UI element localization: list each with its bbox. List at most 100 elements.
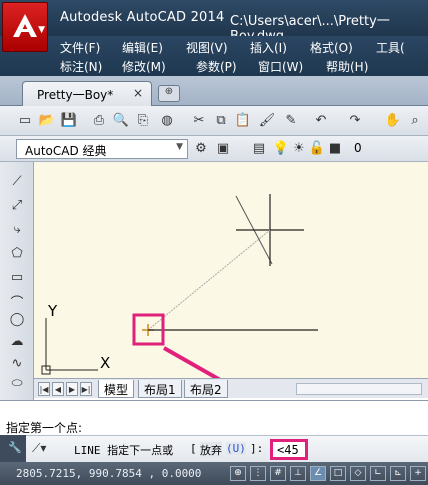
menu-insert[interactable]: 插入(I) bbox=[250, 39, 287, 56]
zoom-icon[interactable]: ⌕ bbox=[406, 112, 424, 130]
cut-icon[interactable]: ✂ bbox=[190, 112, 208, 130]
polar-tracking-icon[interactable]: ∠ bbox=[310, 466, 326, 481]
menu-format[interactable]: 格式(O) bbox=[310, 39, 353, 56]
match-properties-icon[interactable]: 🖌 bbox=[258, 112, 276, 130]
arc-icon[interactable]: ⌒ bbox=[8, 292, 26, 311]
rectangle-icon[interactable]: ▭ bbox=[8, 270, 26, 288]
spline-icon[interactable]: ∿ bbox=[8, 356, 26, 374]
canvas-drawing bbox=[41, 194, 318, 378]
menu-file[interactable]: 文件(F) bbox=[60, 39, 100, 56]
print-preview-icon[interactable]: 🔍 bbox=[112, 112, 130, 130]
title-bar: ▼ Autodesk AutoCAD 2014 C:\Users\acer\..… bbox=[0, 0, 428, 52]
open-folder-icon[interactable]: 📂 bbox=[38, 112, 56, 130]
menu-edit[interactable]: 编辑(E) bbox=[122, 39, 163, 56]
print-icon[interactable]: ⎙ bbox=[90, 112, 108, 130]
document-tab-bar: Pretty一Boy* × ⊕ bbox=[0, 76, 428, 106]
3d-dwf-icon[interactable]: ◍ bbox=[158, 112, 176, 130]
application-menu-button[interactable]: ▼ bbox=[2, 2, 48, 52]
grid-display-icon[interactable]: # bbox=[270, 466, 286, 481]
lock-icon[interactable]: 🔓 bbox=[308, 140, 326, 158]
polyline-icon[interactable]: ⤷ bbox=[8, 222, 26, 240]
tab-model[interactable]: 模型 bbox=[98, 380, 135, 398]
workspace-dropdown[interactable]: AutoCAD 经典 ▼ bbox=[16, 139, 188, 159]
menu-help[interactable]: 帮助(H) bbox=[326, 58, 368, 75]
menu-view[interactable]: 视图(V) bbox=[186, 39, 228, 56]
workspace-value: AutoCAD 经典 bbox=[25, 144, 107, 158]
revision-cloud-icon[interactable]: ☁ bbox=[8, 334, 26, 352]
infer-constraints-icon[interactable]: ⊕ bbox=[230, 466, 246, 481]
document-tab[interactable]: Pretty一Boy* × bbox=[22, 81, 152, 106]
command-side-panel: 🔧 bbox=[0, 435, 26, 463]
object-snap-icon[interactable]: □ bbox=[330, 466, 346, 481]
line-icon[interactable]: ⟋ bbox=[8, 174, 26, 192]
document-tab-label: Pretty一Boy* bbox=[37, 88, 114, 102]
ucs-toggle-icon[interactable]: ⊾ bbox=[390, 466, 406, 481]
menu-window[interactable]: 窗口(W) bbox=[258, 58, 303, 75]
command-prompt: LINE 指定下一点或 bbox=[74, 444, 174, 457]
option-open-bracket: [ bbox=[190, 442, 197, 455]
sun-icon[interactable]: ☀ bbox=[290, 140, 308, 158]
ucs-x-label: X bbox=[100, 354, 111, 372]
3d-osnap-icon[interactable]: ◇ bbox=[350, 466, 366, 481]
coordinate-readout: 2805.7215, 990.7854 , 0.0000 bbox=[16, 467, 202, 480]
status-bar: 2805.7215, 990.7854 , 0.0000 ⊕ ⋮ # ⊥ ∠ □… bbox=[0, 462, 428, 485]
new-tab-button[interactable]: ⊕ bbox=[158, 85, 180, 102]
tab-layout1[interactable]: 布局1 bbox=[138, 380, 182, 398]
copy-icon[interactable]: ⧉ bbox=[212, 112, 230, 130]
snap-mode-icon[interactable]: ⋮ bbox=[250, 466, 266, 481]
app-title: Autodesk AutoCAD 2014 bbox=[60, 10, 225, 25]
command-input-field[interactable]: <45 bbox=[270, 439, 308, 460]
next-tab-icon[interactable]: ▶ bbox=[66, 382, 78, 396]
workspace-settings-icon[interactable]: ⚙ bbox=[192, 140, 210, 158]
option-undo[interactable]: 放弃 bbox=[200, 442, 222, 458]
dynamic-input-icon[interactable]: + bbox=[410, 466, 426, 481]
publish-icon[interactable]: ⎘ bbox=[134, 112, 152, 130]
history-line: 指定第一个点: bbox=[6, 421, 83, 435]
construction-line-icon[interactable]: ⤢ bbox=[8, 198, 26, 216]
autocad-logo-icon bbox=[13, 14, 37, 37]
horizontal-scrollbar[interactable] bbox=[296, 383, 422, 395]
customize-icon[interactable]: ▣ bbox=[214, 140, 232, 158]
ortho-mode-icon[interactable]: ⊥ bbox=[290, 466, 306, 481]
drawing-canvas[interactable]: Y X bbox=[34, 162, 428, 378]
command-line: 指定第一个点: 🔧 ⟋▾ LINE 指定下一点或 [ 放弃 (U) ]: <45 bbox=[0, 400, 428, 463]
lightbulb-icon[interactable]: 💡 bbox=[272, 140, 290, 158]
command-input-row[interactable]: ⟋▾ LINE 指定下一点或 [ 放弃 (U) ]: <45 bbox=[26, 435, 428, 463]
undo-icon[interactable]: ↶ bbox=[312, 112, 330, 130]
last-tab-icon[interactable]: ▶| bbox=[80, 382, 92, 396]
layer-color-icon[interactable]: ■ bbox=[326, 140, 344, 158]
object-snap-tracking-icon[interactable]: ∟ bbox=[370, 466, 386, 481]
new-tab-icon: ⊕ bbox=[164, 86, 174, 97]
close-icon[interactable]: × bbox=[133, 86, 143, 100]
new-file-icon[interactable]: ▭ bbox=[16, 112, 34, 130]
tab-layout2[interactable]: 布局2 bbox=[184, 380, 228, 398]
wrench-icon[interactable]: 🔧 bbox=[8, 441, 22, 454]
layer-properties-icon[interactable]: ▤ bbox=[250, 140, 268, 158]
draw-toolbar: ⟋ ⤢ ⤷ ⬠ ▭ ⌒ ◯ ☁ ∿ ⬭ bbox=[0, 162, 34, 400]
standard-toolbar: ▭ 📂 💾 ⎙ 🔍 ⎘ ◍ ✂ ⧉ 📋 🖌 ✎ ↶ ↷ ✋ ⌕ bbox=[0, 106, 428, 136]
workspace-toolbar: AutoCAD 经典 ▼ ⚙ ▣ ▤ 💡 ☀ 🔓 ■ 0 bbox=[0, 136, 428, 162]
chevron-down-icon: ▼ bbox=[176, 142, 183, 152]
annotation-arrow bbox=[163, 346, 221, 378]
circle-icon[interactable]: ◯ bbox=[8, 312, 26, 330]
polygon-icon[interactable]: ⬠ bbox=[8, 246, 26, 264]
option-close-bracket: ]: bbox=[250, 442, 264, 455]
command-prompt-icon: ⟋▾ bbox=[32, 441, 47, 455]
redo-icon[interactable]: ↷ bbox=[346, 112, 364, 130]
command-history: 指定第一个点: bbox=[0, 401, 428, 435]
first-tab-icon[interactable]: |◀ bbox=[38, 382, 50, 396]
menu-dimension[interactable]: 标注(N) bbox=[60, 58, 102, 75]
paste-icon[interactable]: 📋 bbox=[234, 112, 252, 130]
option-undo-key[interactable]: (U) bbox=[226, 442, 246, 455]
menu-parametric[interactable]: 参数(P) bbox=[196, 58, 237, 75]
current-layer[interactable]: 0 bbox=[354, 141, 362, 155]
prev-tab-icon[interactable]: ◀ bbox=[52, 382, 64, 396]
save-icon[interactable]: 💾 bbox=[60, 112, 78, 130]
ellipse-icon[interactable]: ⬭ bbox=[8, 376, 26, 394]
menu-modify[interactable]: 修改(M) bbox=[122, 58, 166, 75]
block-editor-icon[interactable]: ✎ bbox=[282, 112, 300, 130]
pan-icon[interactable]: ✋ bbox=[384, 112, 402, 130]
menu-bar: 文件(F) 编辑(E) 视图(V) 插入(I) 格式(O) 工具( 标注(N) … bbox=[0, 36, 428, 76]
menu-tools[interactable]: 工具( bbox=[376, 39, 405, 56]
layout-tab-bar: |◀ ◀ ▶ ▶| 模型 布局1 布局2 bbox=[34, 378, 428, 398]
